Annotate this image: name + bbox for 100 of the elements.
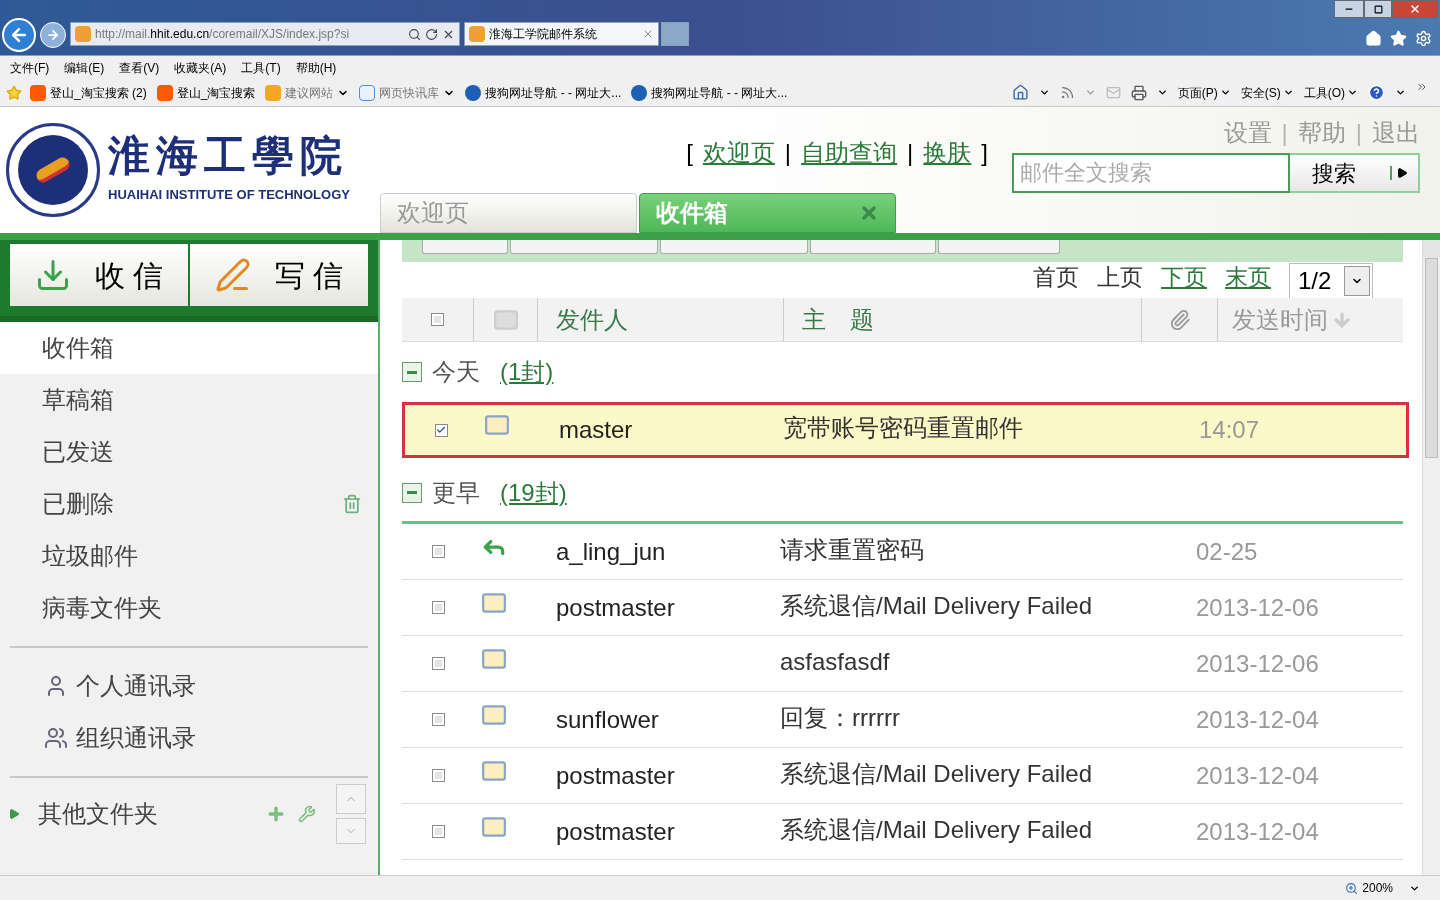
time-text: 14:07: [1199, 415, 1260, 445]
arrow-left-icon: [9, 25, 29, 45]
pager-link[interactable]: 下页: [1161, 259, 1207, 295]
group-count-link[interactable]: (1封): [500, 354, 554, 390]
feed-icon[interactable]: [1059, 85, 1075, 100]
message-row[interactable]: asfasfasdf 2013-12-06: [402, 636, 1403, 692]
scrollbar[interactable]: [1422, 240, 1440, 875]
message-row[interactable]: a_ling_jun 请求重置密码 02-25: [402, 524, 1403, 580]
compose-button[interactable]: 写 信: [190, 244, 368, 306]
command-menu[interactable]: 页面(P): [1177, 83, 1231, 102]
minus-icon: [407, 370, 417, 374]
refresh-icon[interactable]: [425, 27, 438, 41]
favorite-link[interactable]: 登山_淘宝搜索 (2): [30, 83, 147, 102]
address-bar[interactable]: http://mail.hhit.edu.cn/coremail/XJS/index.jsp?si: [70, 22, 460, 46]
command-menu[interactable]: 工具(O): [1303, 83, 1358, 102]
expand-icon[interactable]: [8, 808, 20, 820]
toolbar-button[interactable]: [660, 240, 808, 254]
group-count-link[interactable]: (19封): [500, 474, 567, 511]
dropdown-icon: [1219, 87, 1231, 98]
separator-text: ]: [980, 138, 989, 168]
receive-button[interactable]: 收 信: [10, 244, 188, 306]
menu-item[interactable]: 查看(V): [119, 58, 160, 77]
search-button[interactable]: 搜索: [1290, 153, 1420, 193]
maximize-icon: [1373, 4, 1383, 14]
favorite-link[interactable]: 建议网站: [265, 83, 350, 102]
forward-button[interactable]: [40, 22, 66, 48]
folder-group-label[interactable]: 其他文件夹: [38, 796, 266, 832]
checkbox[interactable]: [431, 769, 445, 782]
folder-item[interactable]: 已发送: [0, 426, 378, 478]
pager-link[interactable]: 末页: [1225, 259, 1271, 295]
zoom-level[interactable]: 200%: [1362, 879, 1393, 897]
collapse-icon[interactable]: [402, 362, 422, 382]
toolbar-button[interactable]: [810, 240, 936, 254]
menu-item[interactable]: 文件(F): [10, 58, 50, 77]
time-text: 2013-12-04: [1196, 760, 1319, 791]
command-menu[interactable]: 安全(S): [1240, 83, 1294, 102]
checkbox[interactable]: [431, 545, 445, 558]
message-row[interactable]: postmaster 系统退信/Mail Delivery Failed 2013-12-06: [402, 580, 1403, 636]
message-row[interactable]: postmaster 系统退信/Mail Delivery Failed 2013-12-04: [402, 804, 1403, 860]
add-icon[interactable]: [266, 804, 286, 824]
folder-item[interactable]: 病毒文件夹: [0, 582, 378, 634]
checkbox[interactable]: [434, 423, 448, 437]
menu-item[interactable]: 工具(T): [241, 58, 281, 77]
menu-item[interactable]: 收藏夹(A): [174, 58, 227, 77]
folder-item[interactable]: 垃圾邮件: [0, 530, 378, 582]
trash-icon[interactable]: [342, 494, 362, 514]
header-link[interactable]: 换肤: [923, 135, 972, 171]
page-select[interactable]: 1/2: [1289, 263, 1373, 299]
column-heading[interactable]: 主 题: [784, 298, 1142, 341]
close-icon[interactable]: [859, 203, 879, 223]
toolbar-button[interactable]: [510, 240, 658, 254]
checkbox[interactable]: [431, 313, 444, 326]
favorite-link[interactable]: 搜狗网址导航 - - 网址大...: [631, 83, 788, 102]
home-icon[interactable]: [1365, 30, 1382, 47]
home-icon[interactable]: [1011, 84, 1029, 101]
favorite-link[interactable]: 网页快讯库: [359, 83, 456, 102]
search-icon[interactable]: [408, 27, 421, 41]
message-row[interactable]: sunflower 回复：rrrrrr 2013-12-04: [402, 692, 1403, 748]
minimize-button[interactable]: [1334, 0, 1364, 18]
contacts-link[interactable]: 个人通讯录: [0, 660, 378, 712]
checkbox[interactable]: [431, 713, 445, 726]
dropdown-icon: [1282, 87, 1294, 98]
folder-item[interactable]: 草稿箱: [0, 374, 378, 426]
dropdown-icon[interactable]: [1038, 87, 1050, 98]
contacts-link[interactable]: 组织通讯录: [0, 712, 378, 764]
folder-item[interactable]: 收件箱: [0, 322, 378, 374]
maximize-button[interactable]: [1364, 0, 1392, 18]
subject-text: asfasfasdf: [780, 646, 891, 677]
print-icon[interactable]: [1130, 84, 1147, 101]
favorite-link[interactable]: 登山_淘宝搜索: [156, 83, 256, 102]
zoom-icon: [1345, 881, 1359, 895]
dropdown-icon[interactable]: [1156, 87, 1168, 98]
arrow-right-icon: [46, 28, 60, 42]
menu-item[interactable]: 编辑(E): [64, 58, 105, 77]
favorite-link[interactable]: 搜狗网址导航 - - 网址大...: [465, 83, 622, 102]
folder-item[interactable]: 已删除: [0, 478, 378, 530]
message-row[interactable]: master 宽带账号密码重置邮件 14:07: [402, 402, 1409, 458]
subject-text: 系统退信/Mail Delivery Failed: [780, 590, 1094, 621]
checkbox[interactable]: [431, 657, 445, 670]
browser-tab[interactable]: 淮海工学院邮件系统: [464, 22, 659, 46]
separator-text: |: [1354, 118, 1363, 148]
toolbar-button[interactable]: [938, 240, 1060, 254]
search-field[interactable]: 邮件全文搜索: [1012, 153, 1290, 193]
header-link[interactable]: 欢迎页: [702, 135, 775, 171]
checkbox[interactable]: [431, 825, 445, 838]
header-link[interactable]: 自助查询: [801, 135, 898, 171]
dropdown-icon[interactable]: [1395, 87, 1406, 98]
favorites-icon[interactable]: [6, 84, 22, 101]
message-row[interactable]: postmaster 系统退信/Mail Delivery Failed 2013-12-04: [402, 748, 1403, 804]
settings-icon[interactable]: [1415, 30, 1432, 47]
column-heading[interactable]: 发件人: [538, 298, 784, 341]
menu-item[interactable]: 帮助(H): [295, 58, 337, 77]
manage-icon[interactable]: [298, 805, 316, 823]
close-icon[interactable]: [642, 28, 654, 40]
sender-text: postmaster: [555, 592, 676, 623]
toolbar-button[interactable]: [422, 240, 508, 254]
help-icon[interactable]: [1368, 84, 1385, 101]
collapse-icon[interactable]: [402, 482, 422, 503]
checkbox[interactable]: [431, 601, 445, 614]
back-button[interactable]: [2, 18, 36, 52]
